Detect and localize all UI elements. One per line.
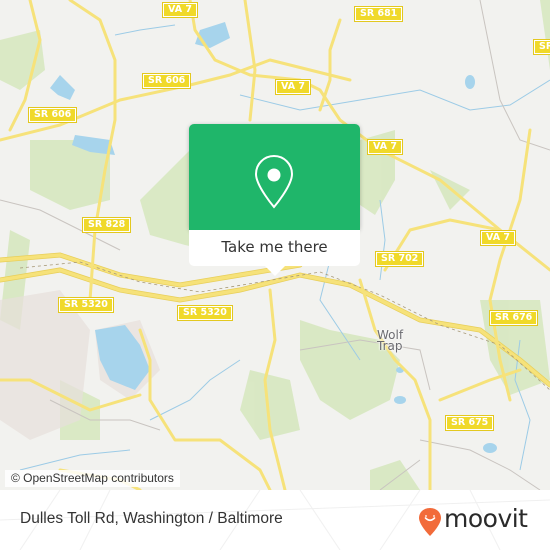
moovit-wordmark: moovit xyxy=(444,504,528,533)
road-shield-sr676: SR 676 xyxy=(488,310,539,326)
road-shield-sr702: SR 702 xyxy=(374,251,425,267)
osm-attribution[interactable]: © OpenStreetMap contributors xyxy=(5,470,180,487)
road-shield-sr606: SR 606 xyxy=(27,107,78,123)
take-me-there-button[interactable]: Take me there xyxy=(189,230,360,266)
location-popup: Take me there xyxy=(189,124,360,276)
road-shield-sr675: SR 675 xyxy=(444,415,495,431)
lake xyxy=(50,75,75,100)
popup-pointer xyxy=(265,266,285,276)
road-shield-sr606: SR 606 xyxy=(141,73,192,89)
map-pin-icon xyxy=(254,154,294,209)
road-shield-sr828: SR 828 xyxy=(81,217,132,233)
road-shield-sr5320: SR 5320 xyxy=(177,305,233,321)
popup-header xyxy=(189,124,360,230)
road-shield-va7: VA 7 xyxy=(367,139,403,155)
place-label-line: Trap xyxy=(377,339,403,353)
location-title: Dulles Toll Rd, Washington / Baltimore xyxy=(20,510,283,527)
map[interactable]: VA 7 SR 681 SR 606 SR 606 VA 7 VA 7 VA 7… xyxy=(0,0,550,490)
road-shield-sr5320: SR 5320 xyxy=(58,297,114,313)
road-shield-sr681: SR 681 xyxy=(353,6,404,22)
take-me-there-label: Take me there xyxy=(221,238,328,256)
road-shield-va7: VA 7 xyxy=(480,230,516,246)
road-shield-partial: SR xyxy=(532,39,550,55)
place-label-wolf-trap: Wolf Trap xyxy=(377,329,403,353)
road-shield-va7: VA 7 xyxy=(162,2,198,18)
road-shield-va7: VA 7 xyxy=(275,79,311,95)
moovit-smile-pin-icon xyxy=(419,508,441,536)
